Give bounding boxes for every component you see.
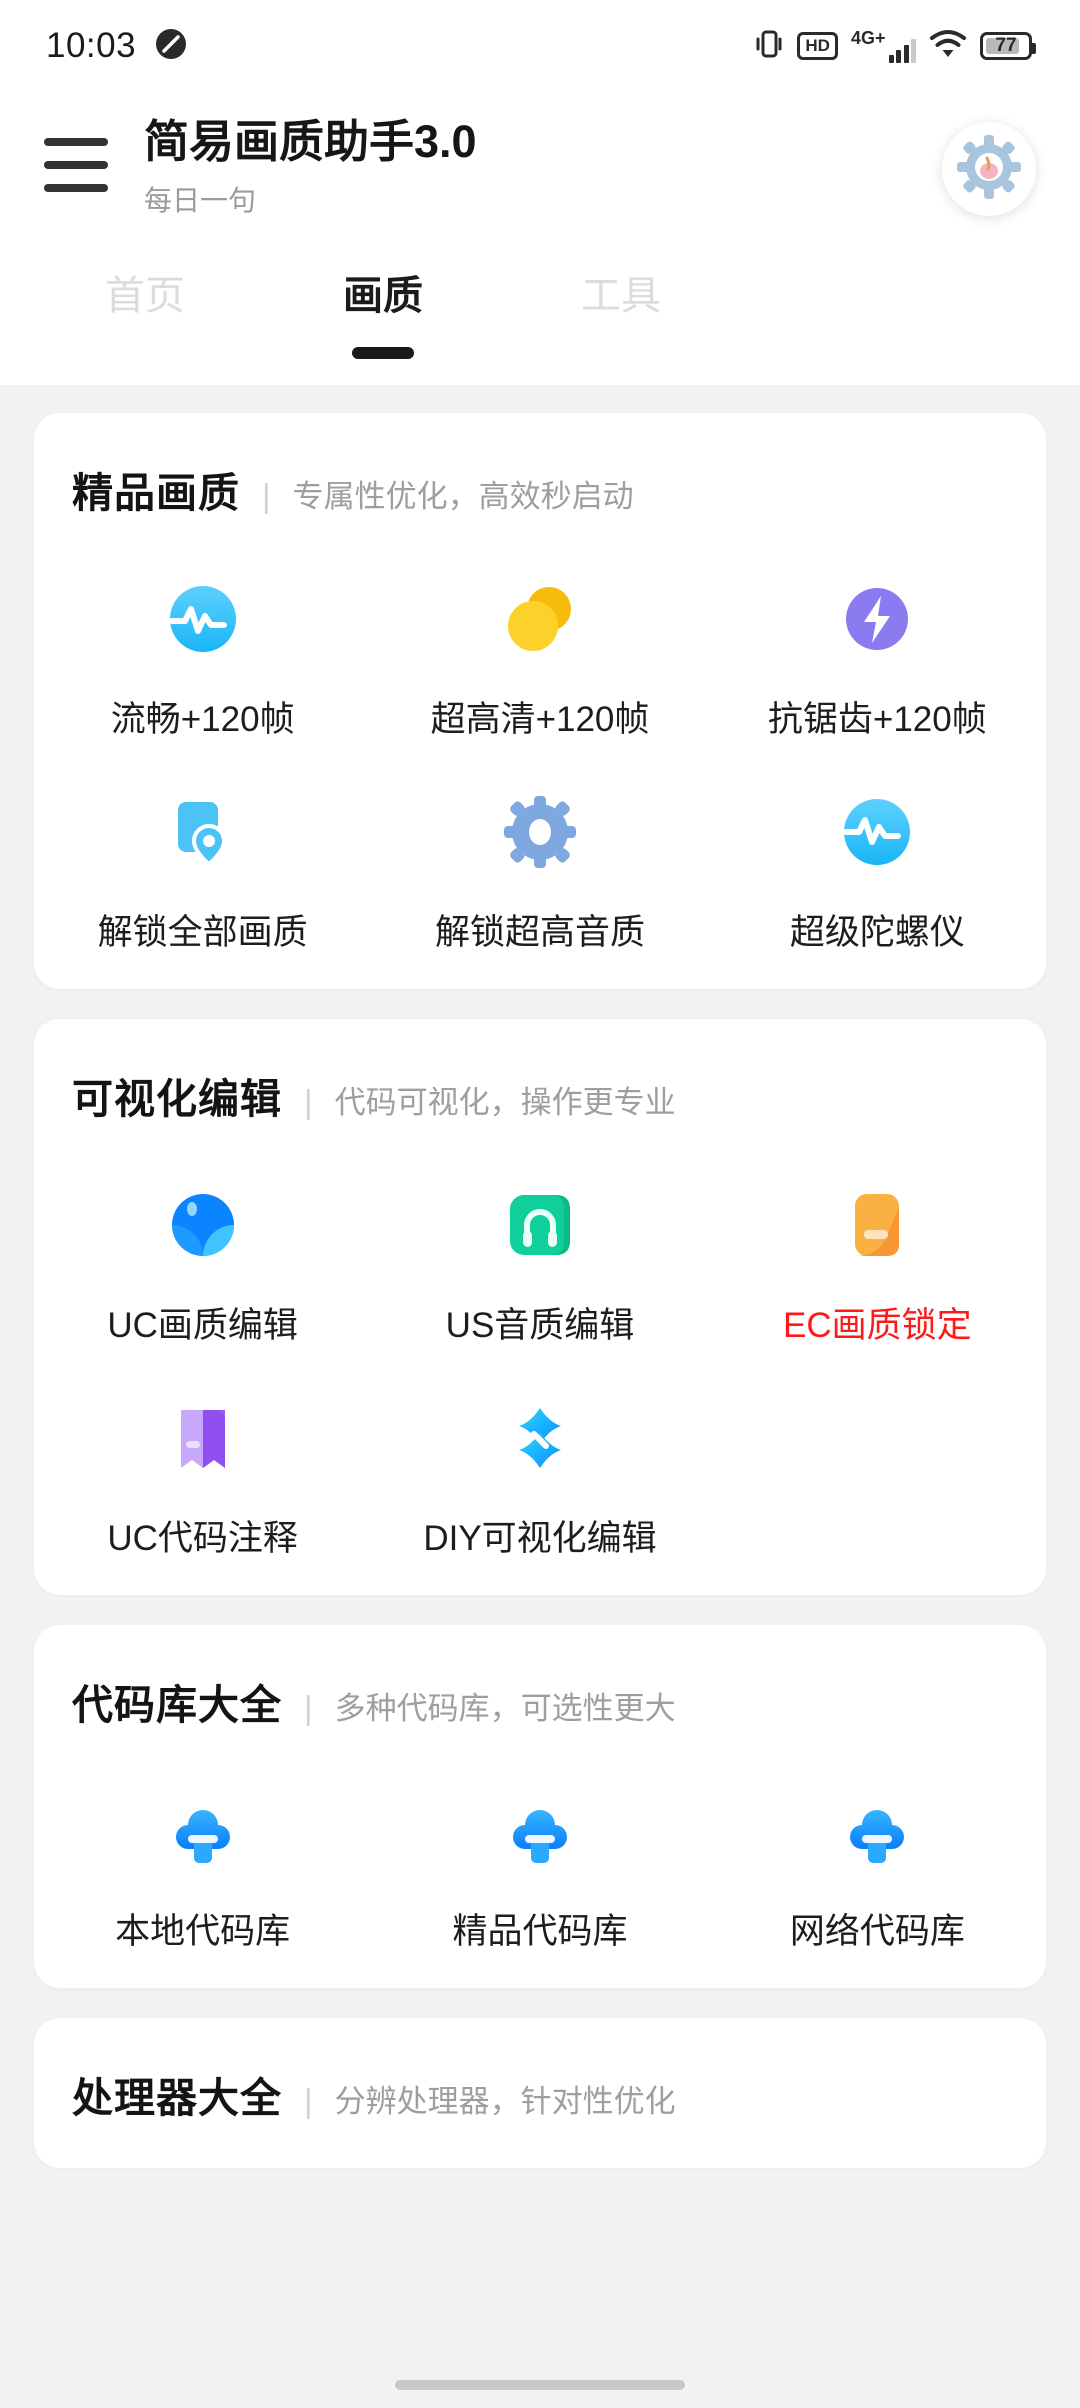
pulse-wave-icon [157, 573, 249, 665]
status-time: 10:03 [46, 26, 137, 65]
grid-item-uc-quality-edit[interactable]: UC画质编辑 [34, 1135, 371, 1348]
card-subtitle: 代码可视化，操作更专业 [334, 1084, 676, 1120]
status-bar-right: HD 4G+ 77 [754, 28, 1036, 65]
card-subtitle: 专属性优化，高效秒启动 [292, 478, 634, 514]
status-bar-left: 10:03 [46, 26, 188, 66]
purple-book-icon [157, 1392, 249, 1484]
tab-home[interactable]: 首页 [82, 263, 208, 359]
pulse-wave-icon [831, 786, 923, 878]
double-circle-icon [494, 573, 586, 665]
tab-bar: 首页 画质 工具 [0, 228, 1080, 359]
grid-item-label: EC画质锁定 [783, 1305, 972, 1345]
app-screen: 10:03 HD 4G+ 77 简易画质助手3.0 每日一句 首页 画质 工具 … [0, 0, 1080, 2408]
wifi-icon [929, 29, 967, 64]
grid-item-label: 网络代码库 [789, 1911, 965, 1951]
page-title: 简易画质助手3.0 [144, 116, 477, 167]
card-header: 处理器大全 | 分辨处理器，针对性优化 [34, 2018, 1046, 2134]
card-divider: | [304, 2081, 313, 2119]
signal-bars [888, 37, 916, 63]
tab-tools-label: 工具 [581, 273, 661, 318]
network-label: 4G+ [850, 28, 886, 48]
cloud-download-icon [494, 1785, 586, 1877]
grid-item-label: UC代码注释 [107, 1518, 298, 1558]
content-scroll[interactable]: 精品画质 | 专属性优化，高效秒启动 流畅+120帧 超高清+120帧 抗锯齿+… [0, 385, 1080, 2168]
dnd-icon [154, 27, 188, 66]
grid-item-network-code-library[interactable]: 网络代码库 [709, 1741, 1046, 1954]
card-header: 精品画质 | 专属性优化，高效秒启动 [34, 413, 1046, 529]
card-title: 可视化编辑 [72, 1075, 282, 1122]
grid-item-label: 解锁全部画质 [97, 912, 308, 952]
blue-sphere-icon [157, 1179, 249, 1271]
card-code-library: 代码库大全 | 多种代码库，可选性更大 本地代码库 精品代码库 网络代码库 [34, 1624, 1046, 1988]
tab-quality-label: 画质 [343, 273, 423, 318]
app-bar: 简易画质助手3.0 每日一句 [0, 92, 1080, 229]
tab-quality-indicator [352, 346, 414, 359]
page-subtitle: 每日一句 [144, 184, 257, 216]
grid-item-unlock-audio[interactable]: 解锁超高音质 [371, 742, 708, 955]
card-header: 代码库大全 | 多种代码库，可选性更大 [34, 1625, 1046, 1741]
card-divider: | [304, 1688, 313, 1726]
grid-item-super-gyro[interactable]: 超级陀螺仪 [709, 742, 1046, 955]
app-bar-titles: 简易画质助手3.0 每日一句 [112, 116, 942, 219]
cloud-download-icon [157, 1785, 249, 1877]
hd-icon: HD [797, 32, 838, 60]
grid-item-ec-quality-lock[interactable]: EC画质锁定 [709, 1135, 1046, 1348]
signal-4g-icon: 4G+ [851, 29, 916, 63]
card-visual-editor: 可视化编辑 | 代码可视化，操作更专业 UC画质编辑 US音质编辑 EC画质锁定… [34, 1018, 1046, 1595]
cloud-download-icon [831, 1785, 923, 1877]
grid-item-us-audio-edit[interactable]: US音质编辑 [371, 1135, 708, 1348]
battery-level: 77 [995, 35, 1017, 56]
grid-item-uc-code-comment[interactable]: UC代码注释 [34, 1348, 371, 1561]
card-title: 代码库大全 [72, 1681, 282, 1728]
battery-icon: 77 [980, 32, 1036, 60]
grid-item-uhd-120[interactable]: 超高清+120帧 [371, 529, 708, 742]
card-header: 可视化编辑 | 代码可视化，操作更专业 [34, 1019, 1046, 1135]
card-premium-quality: 精品画质 | 专属性优化，高效秒启动 流畅+120帧 超高清+120帧 抗锯齿+… [34, 412, 1046, 989]
map-pin-card-icon [157, 786, 249, 878]
card-title: 精品画质 [72, 469, 240, 516]
card-subtitle: 分辨处理器，针对性优化 [334, 2083, 676, 2119]
grid-item-diy-visual-edit[interactable]: DIY可视化编辑 [371, 1348, 708, 1561]
vibrate-icon [754, 28, 784, 65]
card-grid: 本地代码库 精品代码库 网络代码库 [34, 1741, 1046, 1954]
grid-item-label: 精品代码库 [452, 1911, 628, 1951]
grid-item-smooth-120[interactable]: 流畅+120帧 [34, 529, 371, 742]
home-indicator [395, 2380, 685, 2390]
orange-lock-icon [831, 1179, 923, 1271]
card-grid: 流畅+120帧 超高清+120帧 抗锯齿+120帧 解锁全部画质 解锁超高音质 … [34, 529, 1046, 955]
grid-item-local-code-library[interactable]: 本地代码库 [34, 1741, 371, 1954]
tab-quality[interactable]: 画质 [320, 263, 446, 359]
grid-item-label: US音质编辑 [445, 1305, 635, 1345]
card-grid: UC画质编辑 US音质编辑 EC画质锁定 UC代码注释 DIY可视化编辑 [34, 1135, 1046, 1561]
headphone-icon [494, 1179, 586, 1271]
grid-item-label: DIY可视化编辑 [423, 1518, 657, 1558]
tab-home-label: 首页 [105, 273, 185, 318]
grid-item-label: 本地代码库 [115, 1911, 291, 1951]
settings-button[interactable] [942, 122, 1036, 216]
grid-item-label: 超级陀螺仪 [789, 912, 965, 952]
lightning-bolt-icon [831, 573, 923, 665]
grid-item-label: UC画质编辑 [107, 1305, 298, 1345]
grid-item-label: 抗锯齿+120帧 [767, 699, 987, 739]
hamburger-menu-icon[interactable] [44, 116, 112, 192]
tab-home-indicator [114, 347, 176, 359]
gear-icon [956, 134, 1022, 205]
grid-item-label: 解锁超高音质 [434, 912, 645, 952]
grid-item-label: 超高清+120帧 [430, 699, 650, 739]
status-bar: 10:03 HD 4G+ 77 [0, 0, 1080, 92]
tab-bar-spacer [0, 358, 1080, 385]
tab-tools-indicator [590, 347, 652, 359]
card-title: 处理器大全 [72, 2074, 282, 2121]
tab-tools[interactable]: 工具 [558, 263, 684, 359]
card-subtitle: 多种代码库，可选性更大 [334, 1690, 676, 1726]
card-processor-list: 处理器大全 | 分辨处理器，针对性优化 [34, 2017, 1046, 2168]
card-divider: | [262, 476, 271, 514]
card-divider: | [304, 1082, 313, 1120]
grid-item-premium-code-library[interactable]: 精品代码库 [371, 1741, 708, 1954]
grid-item-label: 流畅+120帧 [110, 699, 295, 739]
grid-item-unlock-all-quality[interactable]: 解锁全部画质 [34, 742, 371, 955]
cyan-cross-icon [494, 1392, 586, 1484]
grid-item-antialias-120[interactable]: 抗锯齿+120帧 [709, 529, 1046, 742]
gear-settings-icon [494, 786, 586, 878]
